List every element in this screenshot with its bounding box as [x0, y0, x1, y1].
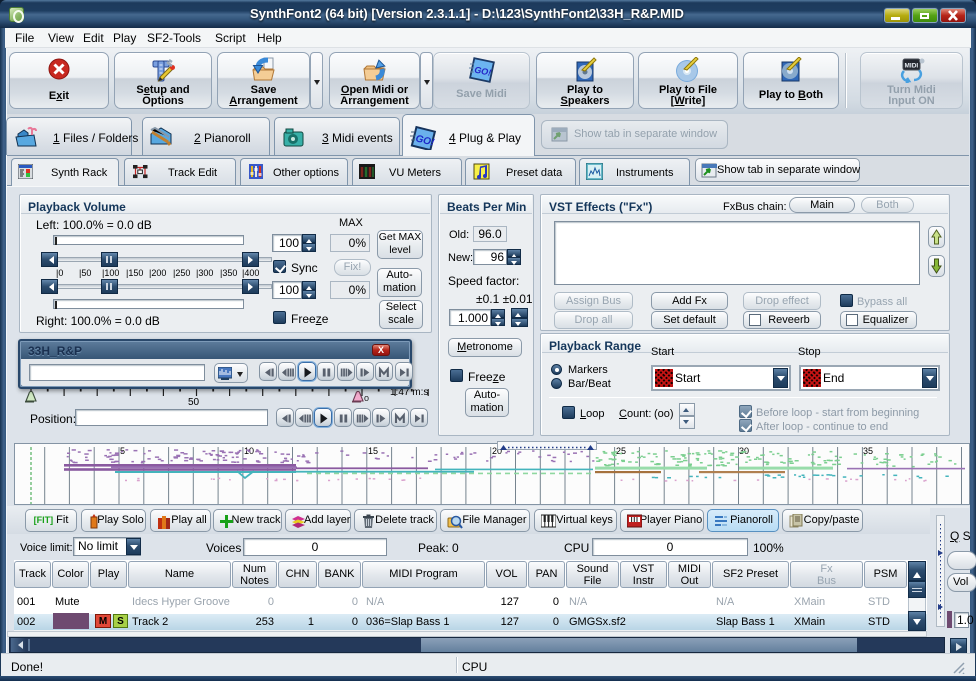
svg-text:MIDI: MIDI — [904, 63, 918, 70]
svg-text:o: o — [364, 393, 369, 403]
svg-text:15: 15 — [368, 446, 378, 456]
svg-text:25: 25 — [616, 446, 626, 456]
svg-text:50: 50 — [188, 397, 200, 407]
